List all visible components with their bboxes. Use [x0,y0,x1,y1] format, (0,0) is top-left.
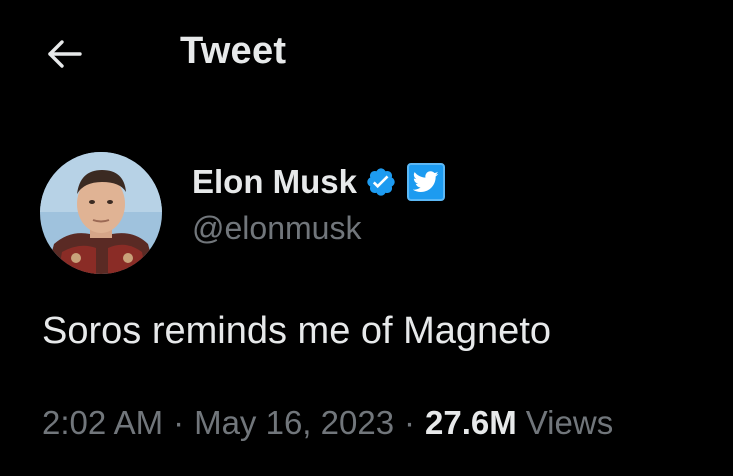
back-button[interactable] [40,34,88,78]
author-display-name[interactable]: Elon Musk [192,163,357,201]
author-name-row: Elon Musk [192,160,446,204]
verified-badge-icon[interactable] [365,166,397,198]
tweet-meta: 2:02 AM · May 16, 2023 · 27.6M Views [42,404,613,442]
tweet-date[interactable]: May 16, 2023 [194,404,394,442]
top-bar: Tweet [0,0,733,110]
twitter-bird-icon[interactable] [407,163,446,201]
meta-separator: · [173,404,185,441]
views-count[interactable]: 27.6M [425,404,517,442]
page-title: Tweet [180,30,287,72]
views-label[interactable]: Views [526,404,613,442]
tweet-time[interactable]: 2:02 AM [42,404,163,442]
arrow-left-icon [44,38,84,75]
meta-separator: · [404,404,416,441]
tweet-text: Soros reminds me of Magneto [42,310,552,352]
avatar[interactable] [40,152,162,274]
author-handle[interactable]: @elonmusk [192,210,361,247]
